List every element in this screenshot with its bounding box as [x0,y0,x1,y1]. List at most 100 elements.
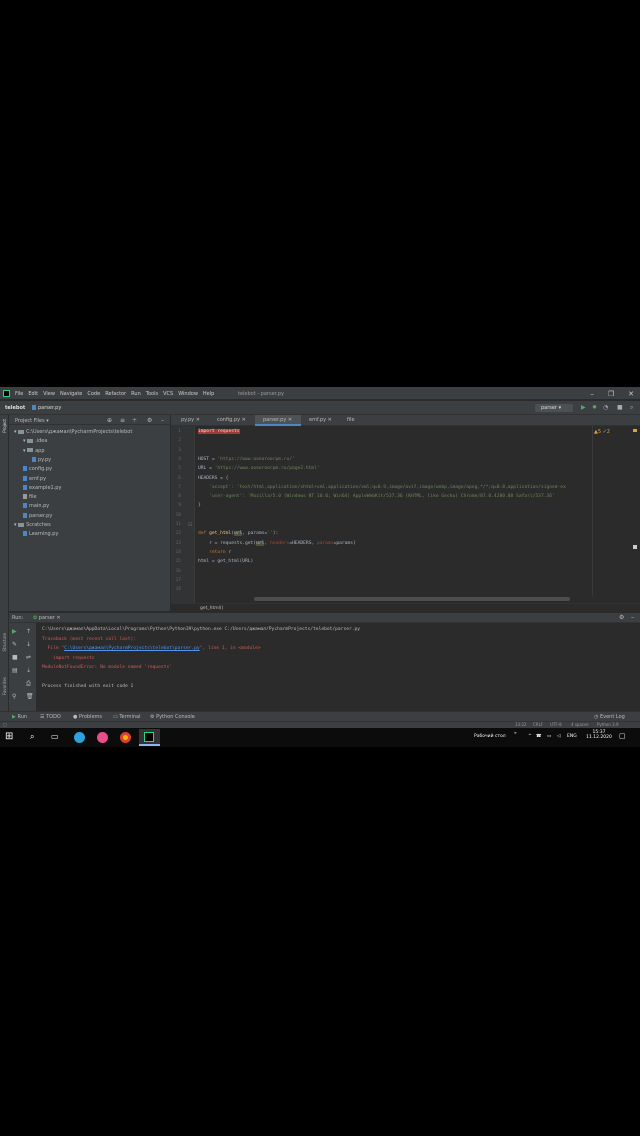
tree-item[interactable]: ▾ C:\Users\джамал\PycharmProjects\telebo… [14,429,132,435]
tree-item[interactable]: py.py [32,456,51,463]
menu-code[interactable]: Code [87,391,100,397]
indent-setting[interactable]: 4 spaces [571,722,589,727]
chrome-icon[interactable] [120,732,131,743]
tool-tab-problems[interactable]: ● Problems [73,714,102,720]
app-icon[interactable] [97,732,108,743]
battery-icon[interactable]: ▭ [547,734,551,739]
run-configuration-select[interactable]: parser ▾ [535,404,573,412]
tree-item[interactable]: file [23,494,37,500]
tab-config-py[interactable]: config.py ✕ [209,415,255,426]
tab-file[interactable]: file [339,415,369,426]
scroll-to-end-icon[interactable]: ⇣ [26,667,31,674]
favorites-tool-button[interactable]: Favorites [2,677,7,695]
hide-panel-icon[interactable]: – [631,614,634,621]
scroll-marker[interactable] [633,545,637,549]
up-arrow-icon[interactable]: ↑ [26,628,31,635]
tree-item[interactable]: parser.py [23,512,52,519]
folder-icon [18,522,25,527]
gear-icon[interactable]: ⚙ [147,417,152,424]
menu-refactor[interactable]: Refactor [105,391,126,397]
telegram-icon[interactable] [74,732,85,743]
tree-item[interactable]: ▾ app [23,448,45,454]
rerun-icon[interactable]: ▶ [12,628,17,635]
stop-icon[interactable]: ■ [617,404,623,411]
menu-help[interactable]: Help [203,391,214,397]
hide-panel-icon[interactable]: – [161,417,164,424]
down-arrow-icon[interactable]: ↓ [26,641,31,648]
tree-item[interactable]: config.py [23,466,52,472]
code-editor[interactable]: import requests HOST = 'https://www.ooeo… [196,426,640,603]
clock[interactable]: 15:37 11.12.2020 [586,730,612,740]
status-toggle-icon[interactable]: ▢ [3,722,7,727]
pycharm-taskbar-button[interactable] [139,729,160,746]
menu-view[interactable]: View [43,391,55,397]
tree-item[interactable]: ▾ Scratches [14,522,51,528]
coverage-icon[interactable]: ◔ [603,404,608,411]
menu-tools[interactable]: Tools [146,391,158,397]
collapse-all-icon[interactable]: ≡ [120,417,125,424]
expand-icon[interactable]: ÷ [132,417,137,424]
tree-item[interactable]: main.py [23,503,49,509]
breadcrumb-function[interactable]: get_html() [200,606,223,611]
project-tool-button[interactable]: Project [2,419,7,433]
tab-py-py[interactable]: py.py ✕ [173,415,209,426]
run-tab-parser[interactable]: ✿ parser ✕ [33,615,61,621]
menu-navigate[interactable]: Navigate [60,391,82,397]
stop-icon[interactable]: ■ [12,654,18,661]
event-log-button[interactable]: ◷ Event Log [594,714,625,720]
volume-icon[interactable]: ◁ [557,734,560,739]
fold-marker-icon[interactable]: ⊟ [188,522,192,528]
inspection-widget[interactable]: ▲5 ✓2 [594,429,610,435]
layout-icon[interactable]: ▤ [12,667,18,674]
tree-item[interactable]: ▾ .idea [23,438,47,444]
tree-item[interactable]: emf.py [23,475,46,482]
tool-tab-terminal[interactable]: ▭ Terminal [113,714,140,720]
tree-item[interactable]: Learning.py [23,531,58,537]
tool-tab-run[interactable]: ▶ Run [12,714,27,720]
tool-tab-python-console[interactable]: ⚙ Python Console [150,714,195,720]
wrench-icon[interactable]: ✎ [12,641,17,648]
locate-icon[interactable]: ⊕ [107,417,112,424]
menu-window[interactable]: Window [178,391,198,397]
tab-parser-py[interactable]: parser.py ✕ [255,415,301,426]
gear-icon[interactable]: ⚙ [619,614,624,621]
language-indicator[interactable]: ENG [567,734,577,739]
horizontal-scrollbar[interactable] [254,597,570,601]
minimize-icon[interactable]: – [590,390,594,398]
soft-wrap-icon[interactable]: ⇌ [26,654,31,661]
breadcrumb-project[interactable]: telebot [5,405,25,411]
menu-file[interactable]: File [15,391,23,397]
tray-overflow-icon[interactable]: ^ [528,734,532,739]
network-icon[interactable]: ☎ [536,734,542,739]
menu-edit[interactable]: Edit [28,391,38,397]
tool-tab-todo[interactable]: ☰ TODO [40,714,61,720]
line-separator[interactable]: CRLF [533,722,543,727]
windows-start-icon[interactable]: ⊞ [5,731,13,742]
task-view-icon[interactable]: ▭ [51,732,59,741]
menu-run[interactable]: Run [131,391,141,397]
structure-tool-button[interactable]: Structure [2,633,7,652]
search-icon[interactable]: ⌕ [630,404,633,412]
debug-icon[interactable]: ✹ [592,404,597,411]
tree-item[interactable]: example1.py [23,484,61,491]
traceback-file-link[interactable]: C:\Users\джамал\PycharmProjects\telebot\… [64,646,200,651]
breadcrumb-file[interactable]: parser.py [32,405,61,411]
pin-icon[interactable]: ⚲ [12,693,16,700]
python-interpreter[interactable]: Python 3.9 [597,722,619,727]
close-icon[interactable]: ✕ [628,390,634,398]
notifications-icon[interactable]: ▢ [619,732,626,740]
print-icon[interactable]: ⎙ [26,680,31,688]
trash-icon[interactable]: 🗑 [26,693,34,700]
project-view-select[interactable]: Project Files ▾ [15,418,49,424]
desktop-toolbar-label[interactable]: Рабочий стол [474,734,506,739]
restore-icon[interactable]: ❐ [608,390,614,398]
search-icon[interactable]: ⌕ [30,732,34,742]
menu-vcs[interactable]: VCS [163,391,173,397]
file-encoding[interactable]: UTF-8 [550,722,562,727]
run-icon[interactable]: ▶ [581,404,586,411]
toolbar-expand-icon[interactable]: » [514,731,517,736]
warning-marker[interactable] [633,429,637,432]
run-console[interactable]: C:\Users\джамал\AppData\Local\Programs\P… [37,623,640,711]
caret-position[interactable]: 13:22 [515,722,527,727]
tab-emf-py[interactable]: emf.py ✕ [301,415,339,426]
